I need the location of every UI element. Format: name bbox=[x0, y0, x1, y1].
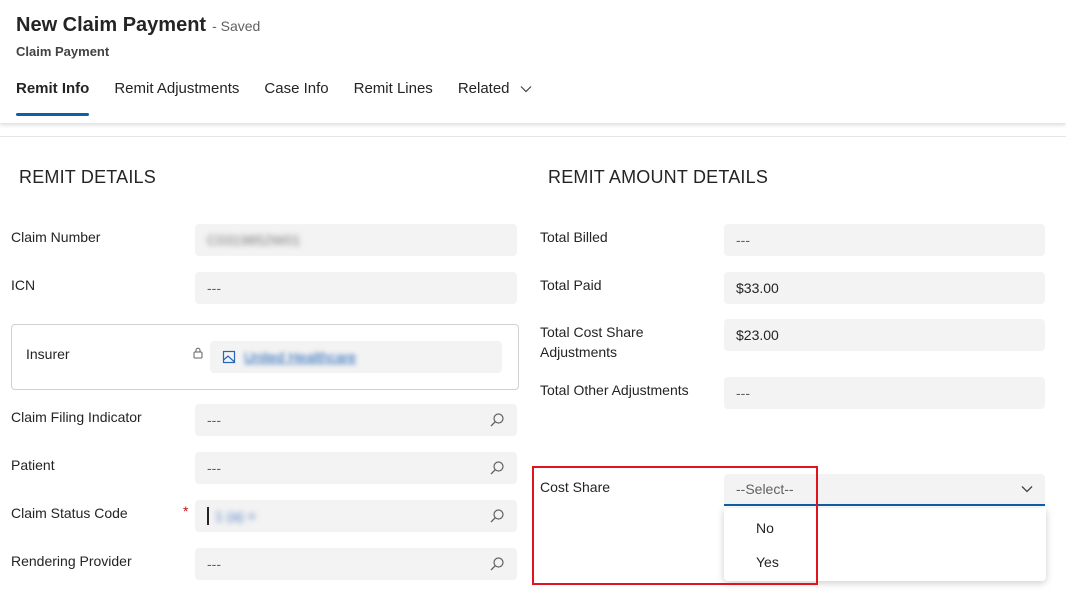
rendering-provider-label: Rendering Provider bbox=[11, 553, 132, 569]
insurer-field[interactable]: United Healthcare bbox=[210, 341, 502, 373]
title-row: New Claim Payment - Saved bbox=[16, 14, 260, 37]
text-cursor bbox=[207, 507, 209, 525]
rendering-provider-value: --- bbox=[207, 556, 221, 572]
total-cost-share-field[interactable]: $23.00 bbox=[724, 319, 1045, 351]
claim-status-code-wrap: 1 (a) × bbox=[207, 507, 489, 525]
search-icon[interactable] bbox=[489, 508, 505, 524]
tab-related[interactable]: Related bbox=[458, 80, 532, 116]
total-billed-field[interactable]: --- bbox=[724, 224, 1045, 256]
chevron-down-icon[interactable] bbox=[1021, 485, 1033, 493]
divider bbox=[0, 136, 1066, 137]
claim-number-label: Claim Number bbox=[11, 229, 101, 245]
option-yes[interactable]: Yes bbox=[756, 554, 779, 570]
entity-subtitle: Claim Payment bbox=[16, 44, 110, 59]
lock-icon bbox=[193, 347, 203, 359]
tab-case-info[interactable]: Case Info bbox=[264, 80, 328, 116]
claim-filing-indicator-label: Claim Filing Indicator bbox=[11, 409, 142, 425]
claim-filing-indicator-field[interactable]: --- bbox=[195, 404, 517, 436]
claim-status-code-field[interactable]: 1 (a) × bbox=[195, 500, 517, 532]
section-title-remit-amount-details: REMIT AMOUNT DETAILS bbox=[548, 167, 769, 187]
claim-status-code-tag[interactable]: 1 (a) × bbox=[215, 508, 256, 524]
icn-value: --- bbox=[207, 280, 221, 296]
patient-value: --- bbox=[207, 460, 221, 476]
total-other-adjustments-field[interactable]: --- bbox=[724, 377, 1045, 409]
search-icon[interactable] bbox=[489, 556, 505, 572]
patient-label: Patient bbox=[11, 457, 55, 473]
form-header: New Claim Payment - Saved Claim Payment … bbox=[0, 0, 1066, 123]
total-paid-value: $33.00 bbox=[736, 280, 779, 296]
cost-share-selected: --Select-- bbox=[736, 481, 794, 497]
insurer-label: Insurer bbox=[26, 346, 70, 362]
total-billed-label: Total Billed bbox=[540, 229, 608, 245]
total-other-adjustments-value: --- bbox=[736, 385, 750, 401]
search-icon[interactable] bbox=[489, 412, 505, 428]
cost-share-select[interactable]: --Select-- bbox=[724, 474, 1045, 506]
claim-status-code-label: Claim Status Code bbox=[11, 505, 128, 521]
total-billed-value: --- bbox=[736, 232, 750, 248]
rendering-provider-field[interactable]: --- bbox=[195, 548, 517, 580]
patient-field[interactable]: --- bbox=[195, 452, 517, 484]
search-icon[interactable] bbox=[489, 460, 505, 476]
total-other-adjustments-label: Total Other Adjustments bbox=[540, 382, 689, 398]
tab-remit-lines[interactable]: Remit Lines bbox=[354, 80, 433, 116]
option-no[interactable]: No bbox=[756, 520, 774, 536]
record-icon bbox=[222, 350, 236, 364]
total-cost-share-label: Total Cost Share Adjustments bbox=[540, 322, 644, 362]
save-status: - Saved bbox=[212, 18, 261, 34]
total-paid-field[interactable]: $33.00 bbox=[724, 272, 1045, 304]
claim-filing-indicator-value: --- bbox=[207, 412, 221, 428]
claim-number-field[interactable]: C0319852W01 bbox=[195, 224, 517, 256]
chevron-down-icon bbox=[520, 86, 532, 93]
total-cost-share-label-line1: Total Cost Share bbox=[540, 324, 644, 340]
cost-share-label: Cost Share bbox=[540, 479, 611, 495]
tab-related-label: Related bbox=[457, 80, 510, 97]
insurer-link[interactable]: United Healthcare bbox=[244, 349, 490, 365]
tab-remit-adjustments[interactable]: Remit Adjustments bbox=[114, 80, 239, 116]
claim-number-value: C0319852W01 bbox=[207, 232, 301, 248]
total-cost-share-label-line2: Adjustments bbox=[540, 344, 618, 360]
total-paid-label: Total Paid bbox=[540, 277, 602, 293]
tab-list: Remit Info Remit Adjustments Case Info R… bbox=[16, 80, 557, 116]
cost-share-dropdown: No Yes bbox=[724, 508, 1046, 581]
page-title: New Claim Payment bbox=[16, 14, 207, 36]
section-title-remit-details: REMIT DETAILS bbox=[19, 167, 156, 187]
icn-label: ICN bbox=[11, 277, 36, 293]
icn-field[interactable]: --- bbox=[195, 272, 517, 304]
total-cost-share-value: $23.00 bbox=[736, 327, 779, 343]
required-mark: * bbox=[183, 503, 189, 519]
tab-remit-info[interactable]: Remit Info bbox=[16, 80, 90, 116]
